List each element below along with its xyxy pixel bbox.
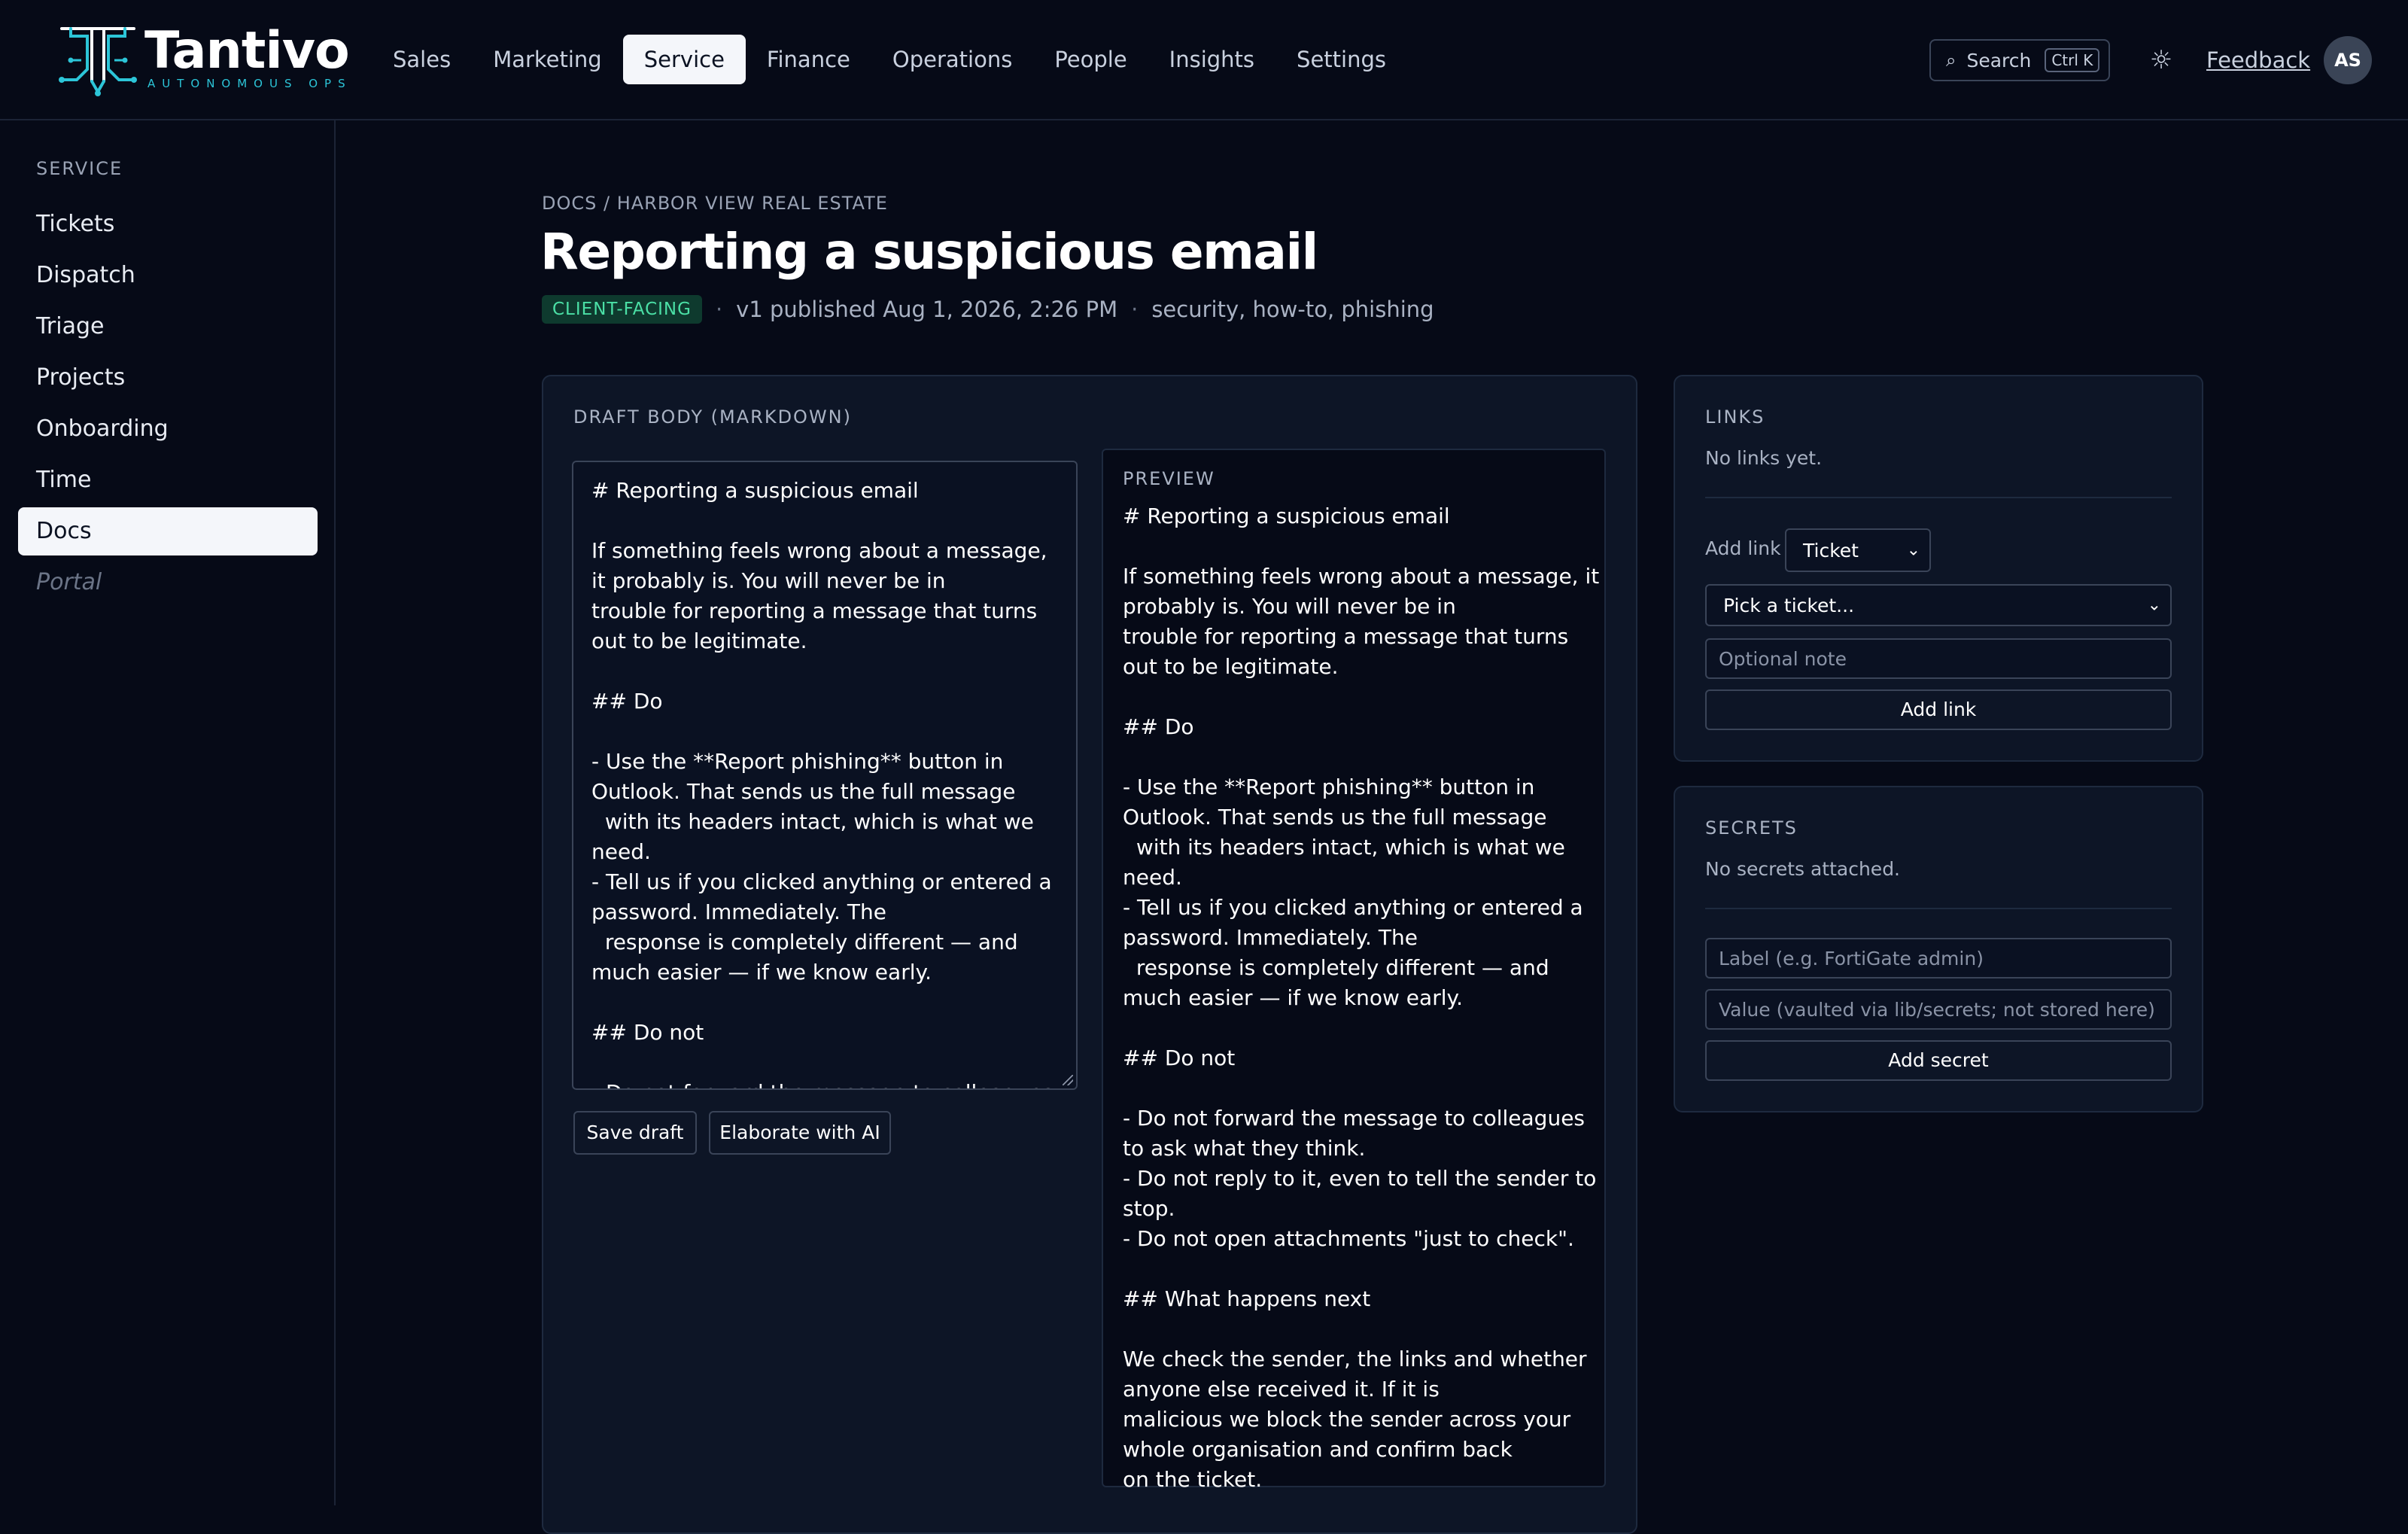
links-empty-text: No links yet.: [1705, 447, 1823, 469]
doc-tags: security, how-to, phishing: [1151, 297, 1434, 322]
draft-heading: DRAFT BODY (MARKDOWN): [573, 406, 852, 428]
search-label: Search: [1966, 49, 2032, 72]
add-link-label: Add link: [1705, 537, 1781, 559]
preview-pane: PREVIEW # Reporting a suspicious email I…: [1102, 449, 1606, 1492]
secret-value-input[interactable]: Value (vaulted via lib/secrets; not stor…: [1705, 989, 2172, 1030]
main-nav: Sales Marketing Service Finance Operatio…: [372, 35, 1407, 84]
avatar[interactable]: AS: [2324, 36, 2372, 84]
secrets-empty-text: No secrets attached.: [1705, 858, 1901, 880]
save-draft-button[interactable]: Save draft: [573, 1111, 697, 1155]
sidebar-item-time[interactable]: Time: [18, 456, 318, 504]
doc-meta: CLIENT-FACING · v1 published Aug 1, 2026…: [542, 295, 1434, 324]
add-secret-button[interactable]: Add secret: [1705, 1040, 2172, 1081]
search-shortcut: Ctrl K: [2045, 48, 2100, 72]
sidebar-item-projects[interactable]: Projects: [18, 354, 318, 402]
brand-logo[interactable]: Tantivo AUTONOMOUS OPS: [54, 23, 352, 98]
divider: [1705, 908, 2172, 909]
feedback-link[interactable]: Feedback: [2206, 42, 2310, 78]
sidebar-heading: SERVICE: [36, 158, 123, 179]
status-badge: CLIENT-FACING: [542, 295, 702, 324]
nav-insights[interactable]: Insights: [1148, 35, 1275, 84]
sun-icon[interactable]: ☼: [2146, 45, 2176, 75]
nav-sales[interactable]: Sales: [372, 35, 472, 84]
preview-label: PREVIEW: [1123, 468, 1215, 489]
nav-settings[interactable]: Settings: [1275, 35, 1407, 84]
top-bar: Tantivo AUTONOMOUS OPS Sales Marketing S…: [0, 0, 2408, 120]
chevron-down-icon: ⌄: [1906, 540, 1920, 560]
link-note-input[interactable]: Optional note: [1705, 638, 2172, 679]
version-info: v1 published Aug 1, 2026, 2:26 PM: [736, 297, 1118, 322]
search-button[interactable]: ⌕ Search Ctrl K: [1929, 39, 2110, 81]
sidebar-item-triage[interactable]: Triage: [18, 303, 318, 351]
sidebar-item-onboarding[interactable]: Onboarding: [18, 405, 318, 453]
chevron-down-icon: ⌄: [2147, 595, 2161, 615]
nav-marketing[interactable]: Marketing: [472, 35, 623, 84]
markdown-editor[interactable]: # Reporting a suspicious email If someth…: [572, 461, 1078, 1090]
links-heading: LINKS: [1705, 406, 1765, 428]
secrets-heading: SECRETS: [1705, 817, 1798, 839]
sidebar-item-portal: Portal: [36, 569, 102, 595]
nav-operations[interactable]: Operations: [871, 35, 1033, 84]
search-icon: ⌕: [1946, 50, 1956, 71]
brand-name: Tantivo: [144, 21, 350, 81]
editor-content[interactable]: # Reporting a suspicious email If someth…: [573, 462, 1076, 1088]
tantivo-logo-icon: [59, 27, 137, 96]
brand-tagline: AUTONOMOUS OPS: [147, 77, 352, 90]
link-type-select[interactable]: Ticket ⌄: [1785, 528, 1931, 572]
page-title: Reporting a suspicious email: [540, 223, 1318, 281]
meta-separator: ·: [1131, 297, 1139, 322]
secret-label-input[interactable]: Label (e.g. FortiGate admin): [1705, 938, 2172, 979]
meta-separator: ·: [715, 297, 723, 322]
sidebar-item-docs[interactable]: Docs: [18, 507, 318, 555]
elaborate-ai-button[interactable]: Elaborate with AI: [709, 1111, 891, 1155]
nav-people[interactable]: People: [1033, 35, 1148, 84]
breadcrumb[interactable]: DOCS / HARBOR VIEW REAL ESTATE: [542, 193, 888, 214]
preview-content: # Reporting a suspicious email If someth…: [1123, 504, 1600, 1492]
sidebar-item-dispatch[interactable]: Dispatch: [18, 251, 318, 300]
divider: [1705, 497, 2172, 498]
sidebar-item-tickets[interactable]: Tickets: [18, 200, 318, 248]
sidebar: SERVICE Tickets Dispatch Triage Projects…: [0, 120, 336, 1505]
resize-handle[interactable]: [1063, 1075, 1073, 1085]
nav-service[interactable]: Service: [622, 35, 746, 84]
ticket-select-value: Pick a ticket...: [1723, 594, 1855, 616]
link-type-value: Ticket: [1803, 539, 1859, 562]
ticket-select[interactable]: Pick a ticket... ⌄: [1705, 584, 2172, 626]
nav-finance[interactable]: Finance: [746, 35, 871, 84]
add-link-button[interactable]: Add link: [1705, 689, 2172, 730]
